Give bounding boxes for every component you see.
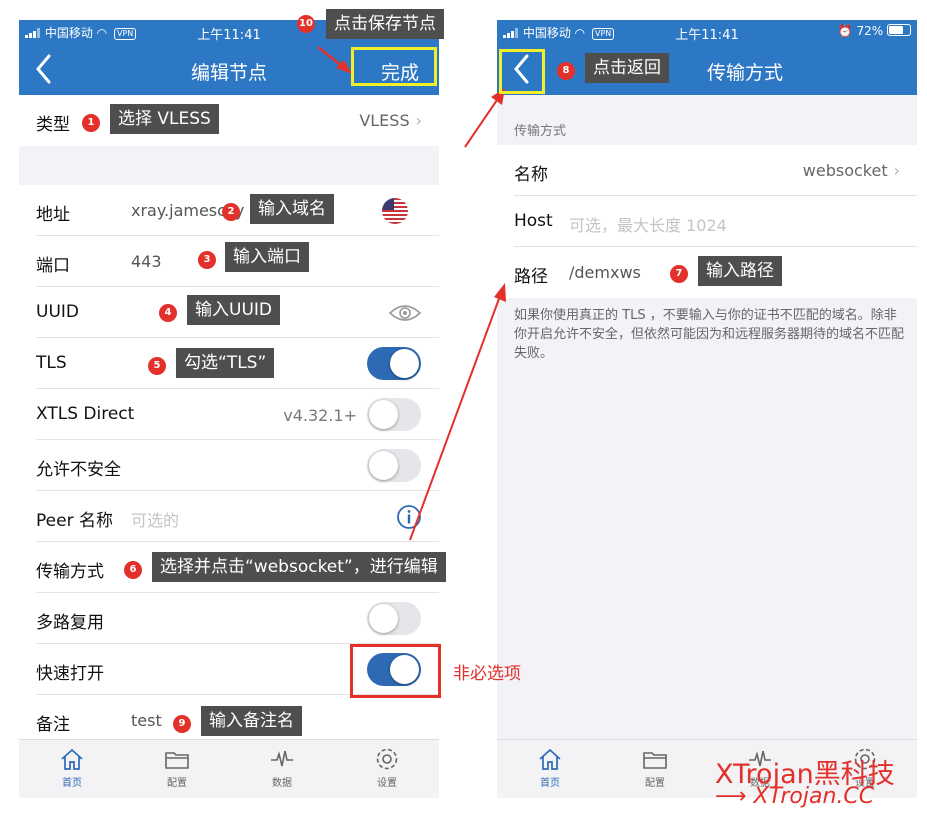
step-badge: 7 bbox=[670, 265, 688, 283]
callout-select-vless: 选择 VLESS bbox=[110, 104, 219, 134]
step-badge: 9 bbox=[173, 715, 191, 733]
watermark-url: ⟶ XTrojan.CC bbox=[715, 784, 874, 809]
back-highlight bbox=[499, 49, 545, 94]
step-badge: 3 bbox=[198, 251, 216, 269]
callout-save-node: 点击保存节点 bbox=[326, 9, 444, 39]
done-highlight bbox=[351, 47, 437, 86]
callout-enter-port: 输入端口 bbox=[225, 242, 309, 272]
callout-check-tls: 勾选“TLS” bbox=[176, 348, 275, 378]
callout-enter-domain: 输入域名 bbox=[250, 194, 334, 224]
arrowhead bbox=[494, 283, 506, 302]
arrow-line bbox=[464, 99, 498, 148]
callout-go-back: 点击返回 bbox=[585, 53, 669, 83]
callout-edit-websocket: 选择并点击“websocket”，进行编辑 bbox=[152, 552, 446, 582]
step-badge: 6 bbox=[124, 561, 142, 579]
step-badge: 8 bbox=[557, 62, 575, 80]
step-badge: 4 bbox=[159, 304, 177, 322]
fastopen-highlight bbox=[350, 644, 441, 698]
watermark-url-text: XTrojan.CC bbox=[753, 784, 875, 809]
arrow-right-icon: ⟶ bbox=[715, 784, 754, 809]
arrow-line bbox=[409, 295, 501, 541]
arrow-line bbox=[317, 46, 343, 67]
step-badge: 1 bbox=[82, 114, 100, 132]
callout-enter-remark: 输入备注名 bbox=[201, 706, 302, 736]
callout-enter-uuid: 输入UUID bbox=[187, 295, 280, 325]
optional-label: 非必选项 bbox=[453, 664, 521, 684]
step-badge: 5 bbox=[148, 357, 166, 375]
step-badge: 2 bbox=[222, 203, 240, 221]
callout-enter-path: 输入路径 bbox=[698, 256, 782, 286]
step-badge: 10 bbox=[297, 15, 315, 33]
